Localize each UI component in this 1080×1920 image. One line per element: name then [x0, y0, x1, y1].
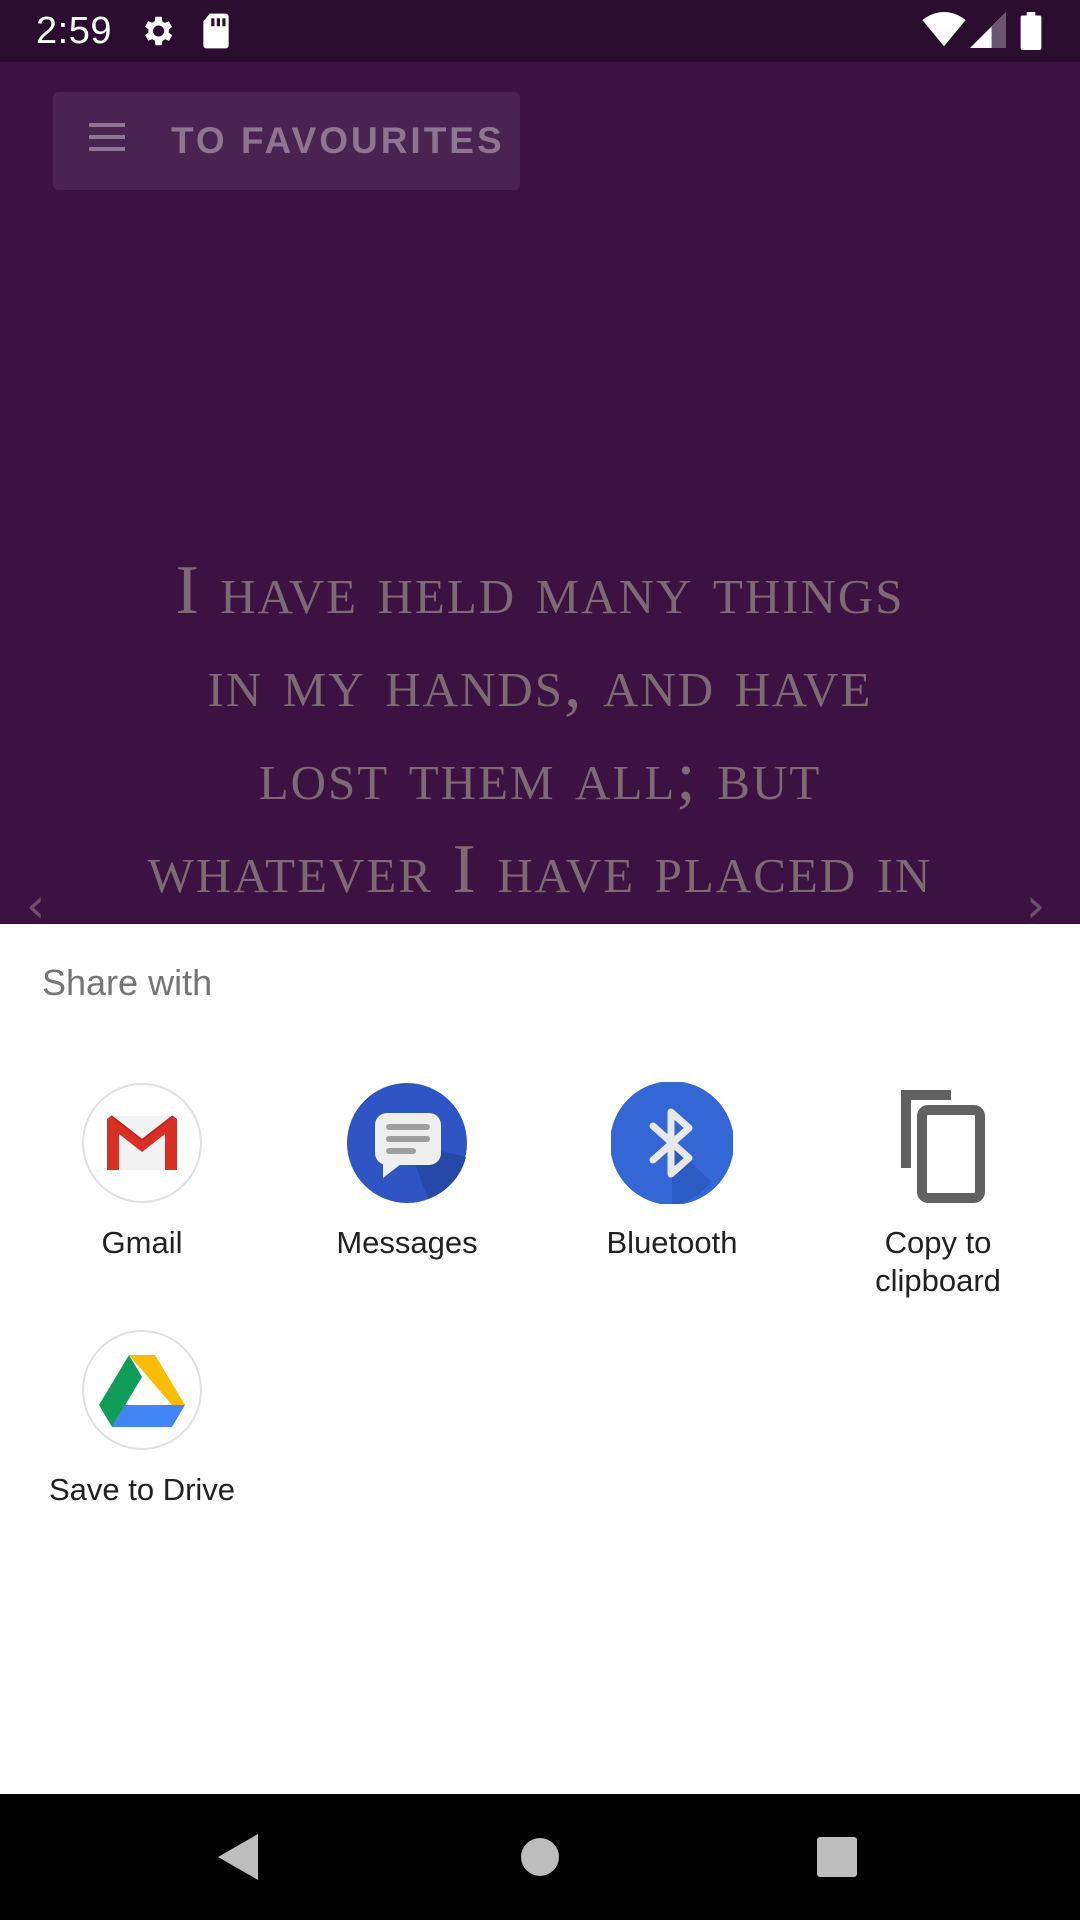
share-target-copy-to-clipboard[interactable]: Copy to clipboard: [803, 1082, 1073, 1300]
share-target-messages[interactable]: Messages: [272, 1082, 542, 1262]
share-target-save-to-drive[interactable]: Save to Drive: [7, 1329, 277, 1509]
menu-icon: [89, 123, 125, 156]
share-target-label: Bluetooth: [606, 1225, 738, 1260]
navigation-bar: [0, 1794, 1080, 1920]
bluetooth-icon: [610, 1081, 734, 1205]
copy-icon: [877, 1082, 999, 1204]
gmail-icon: [81, 1082, 203, 1204]
share-sheet-title: Share with: [42, 962, 213, 1003]
share-sheet: Share with Gmail Messages Bluetooth Copy…: [0, 924, 1080, 1794]
settings-icon: [138, 12, 176, 55]
status-bar: 2:59: [0, 0, 1080, 62]
drive-icon: [81, 1329, 203, 1451]
status-time: 2:59: [36, 10, 112, 52]
app-background: TO FAVOURITES I have held many things in…: [0, 62, 1080, 930]
share-target-bluetooth[interactable]: Bluetooth: [537, 1081, 807, 1262]
back-button[interactable]: [158, 1794, 318, 1920]
wifi-icon: [922, 12, 966, 53]
recents-icon: [817, 1837, 857, 1882]
share-target-label: Copy to clipboard: [875, 1225, 1001, 1298]
to-favourites-button[interactable]: TO FAVOURITES: [53, 92, 520, 190]
back-icon: [218, 1834, 258, 1885]
share-target-label: Save to Drive: [48, 1472, 236, 1507]
previous-arrow[interactable]: ‹: [26, 882, 45, 930]
home-button[interactable]: [460, 1794, 620, 1920]
share-target-label: Gmail: [101, 1225, 183, 1260]
cellular-signal-icon: [970, 12, 1006, 53]
quote-text: I have held many things in my hands, and…: [147, 552, 933, 908]
to-favourites-label: TO FAVOURITES: [171, 120, 505, 161]
battery-icon: [1020, 12, 1042, 55]
share-target-label: Messages: [336, 1225, 478, 1260]
sd-card-icon: [200, 12, 232, 55]
share-target-gmail[interactable]: Gmail: [7, 1082, 277, 1262]
next-arrow[interactable]: ›: [1026, 882, 1045, 930]
home-icon: [520, 1837, 560, 1882]
messages-icon: [346, 1082, 468, 1204]
recents-button[interactable]: [758, 1794, 918, 1920]
